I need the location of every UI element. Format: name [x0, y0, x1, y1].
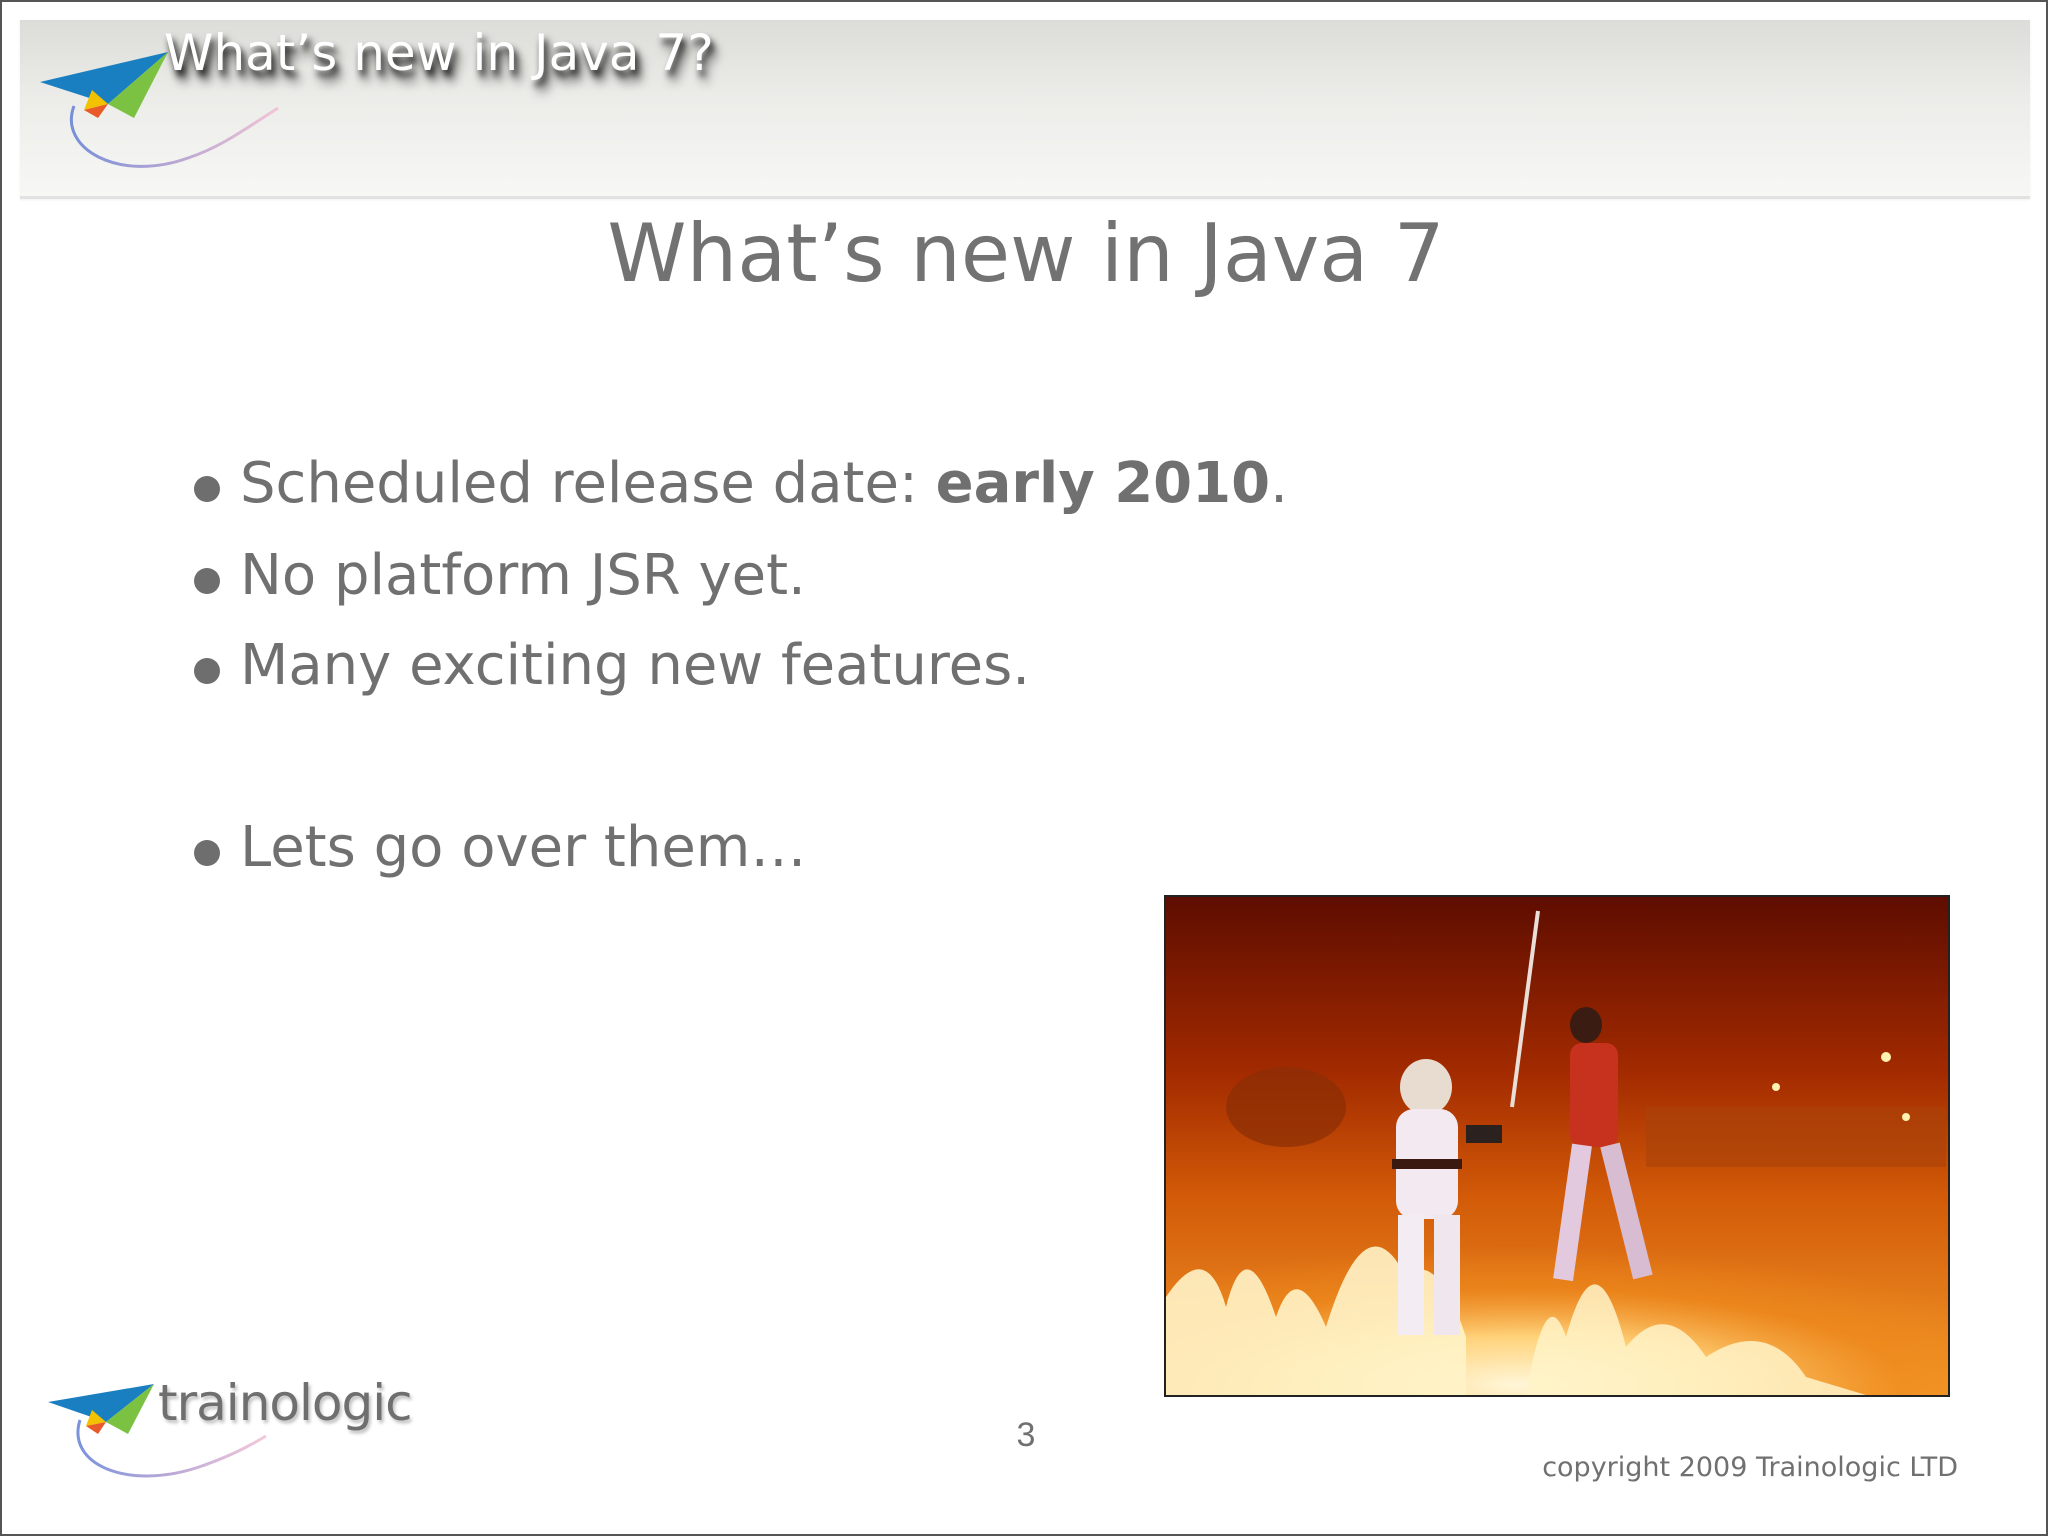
- bullet-dot-icon: [194, 568, 220, 594]
- bullet-text: Scheduled release date:: [240, 451, 936, 516]
- copyright-notice: copyright 2009 Trainologic LTD: [1542, 1452, 1958, 1483]
- bullet-item: Lets go over them…: [192, 814, 1288, 882]
- bullet-item: Many exciting new features.: [192, 632, 1288, 700]
- bullet-item: Scheduled release date: early 2010.: [192, 450, 1288, 518]
- bullet-text: No platform JSR yet.: [240, 543, 806, 608]
- slide: What’s new in Java 7? What’s new in Java…: [0, 0, 2048, 1536]
- bullet-suffix: .: [1270, 451, 1288, 516]
- bullet-list: Scheduled release date: early 2010. No p…: [192, 450, 1288, 882]
- bullet-dot-icon: [194, 658, 220, 684]
- page-number: 3: [1016, 1416, 1036, 1454]
- bullet-text: Many exciting new features.: [240, 633, 1031, 698]
- release-date-emphasis: early 2010: [935, 451, 1271, 516]
- bullet-text: Lets go over them…: [240, 815, 807, 880]
- bullet-dot-icon: [194, 840, 220, 866]
- movie-still-photo: [1164, 895, 1950, 1397]
- bullet-dot-icon: [194, 476, 220, 502]
- slide-title: What’s new in Java 7: [607, 207, 1445, 300]
- bullet-item: No platform JSR yet.: [192, 542, 1288, 610]
- header-title: What’s new in Java 7?: [164, 24, 714, 82]
